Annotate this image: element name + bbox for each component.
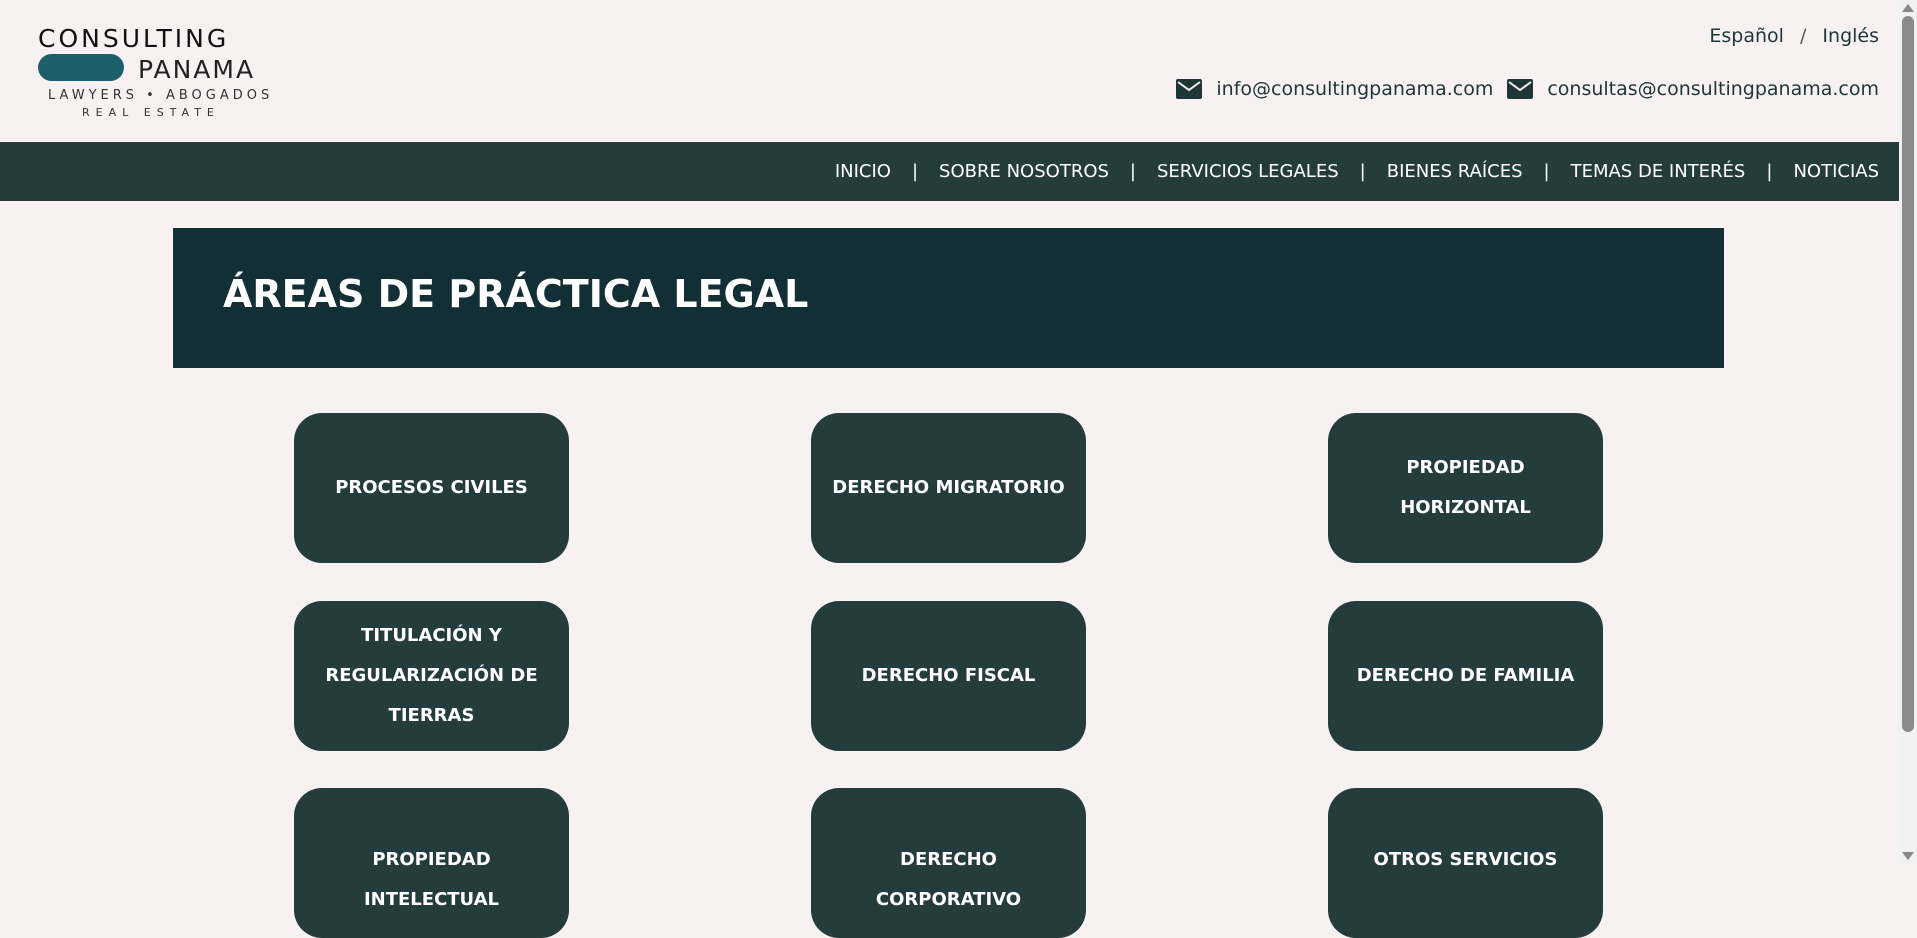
main-navigation: INICIO | SOBRE NOSOTROS | SERVICIOS LEGA… (0, 142, 1899, 201)
nav-separator: | (1129, 161, 1136, 182)
practice-card-derecho-de-familia[interactable]: DERECHO DE FAMILIA (1328, 601, 1603, 751)
language-separator: / (1799, 25, 1807, 47)
practice-card-propiedad-intelectual[interactable]: PROPIEDAD INTELECTUAL (294, 788, 569, 938)
company-logo[interactable]: CONSULTING PANAMA LAWYERS • ABOGADOS REA… (36, 22, 276, 122)
nav-item-temas-de-interes[interactable]: TEMAS DE INTERÉS (1571, 161, 1746, 182)
logo-pill-shape (38, 54, 124, 81)
practice-card-derecho-fiscal[interactable]: DERECHO FISCAL (811, 601, 1086, 751)
practice-card-label: PROPIEDAD INTELECTUAL (363, 849, 500, 910)
logo-subtagline: REAL ESTATE (82, 106, 220, 119)
contact-email-text[interactable]: consultas@consultingpanama.com (1547, 78, 1879, 100)
logo-panama-text: PANAMA (138, 55, 256, 84)
nav-item-noticias[interactable]: NOTICIAS (1793, 161, 1879, 182)
scroll-down-arrow-icon[interactable] (1902, 852, 1914, 860)
page-banner: ÁREAS DE PRÁCTICA LEGAL (173, 228, 1724, 368)
scroll-up-arrow-icon[interactable] (1902, 4, 1914, 12)
practice-card-titulacion[interactable]: TITULACIÓN Y REGULARIZACIÓN DE TIERRAS (294, 601, 569, 751)
practice-card-propiedad-horizontal[interactable]: PROPIEDAD HORIZONTAL (1328, 413, 1603, 563)
contact-email-consultas[interactable]: consultas@consultingpanama.com (1507, 78, 1879, 100)
vertical-scrollbar[interactable] (1899, 0, 1917, 864)
contact-emails: info@consultingpanama.com consultas@cons… (1176, 78, 1879, 100)
logo-consulting-text: CONSULTING (38, 24, 230, 53)
practice-card-label: PROPIEDAD HORIZONTAL (1400, 457, 1531, 518)
scrollbar-thumb[interactable] (1902, 16, 1914, 732)
nav-item-servicios-legales[interactable]: SERVICIOS LEGALES (1157, 161, 1339, 182)
contact-email-text[interactable]: info@consultingpanama.com (1216, 78, 1493, 100)
language-spanish-link[interactable]: Español (1709, 25, 1784, 47)
language-switcher: Español / Inglés (1709, 25, 1879, 47)
nav-separator: | (1359, 161, 1366, 182)
nav-separator: | (1766, 161, 1773, 182)
nav-item-sobre-nosotros[interactable]: SOBRE NOSOTROS (939, 161, 1109, 182)
mail-icon (1507, 79, 1534, 99)
language-english-link[interactable]: Inglés (1822, 25, 1879, 47)
practice-card-derecho-migratorio[interactable]: DERECHO MIGRATORIO (811, 413, 1086, 563)
logo-tagline: LAWYERS • ABOGADOS (48, 88, 274, 103)
page-title: ÁREAS DE PRÁCTICA LEGAL (223, 272, 809, 316)
nav-list: INICIO | SOBRE NOSOTROS | SERVICIOS LEGA… (835, 142, 1879, 201)
practice-card-label: DERECHO MIGRATORIO (832, 477, 1065, 498)
practice-card-procesos-civiles[interactable]: PROCESOS CIVILES (294, 413, 569, 563)
practice-card-otros-servicios[interactable]: OTROS SERVICIOS (1328, 788, 1603, 938)
practice-card-derecho-corporativo[interactable]: DERECHO CORPORATIVO (811, 788, 1086, 938)
practice-card-label: DERECHO DE FAMILIA (1356, 665, 1575, 686)
nav-item-bienes-raices[interactable]: BIENES RAÍCES (1387, 161, 1523, 182)
nav-separator: | (1543, 161, 1550, 182)
practice-card-label: DERECHO CORPORATIVO (875, 849, 1022, 910)
mail-icon (1176, 79, 1203, 99)
practice-card-label: TITULACIÓN Y REGULARIZACIÓN DE TIERRAS (325, 625, 538, 726)
contact-email-info[interactable]: info@consultingpanama.com (1176, 78, 1493, 100)
practice-card-label: OTROS SERVICIOS (1373, 849, 1558, 870)
nav-item-inicio[interactable]: INICIO (835, 161, 891, 182)
practice-card-label: PROCESOS CIVILES (335, 477, 528, 498)
nav-separator: | (911, 161, 919, 182)
practice-card-label: DERECHO FISCAL (861, 665, 1036, 686)
